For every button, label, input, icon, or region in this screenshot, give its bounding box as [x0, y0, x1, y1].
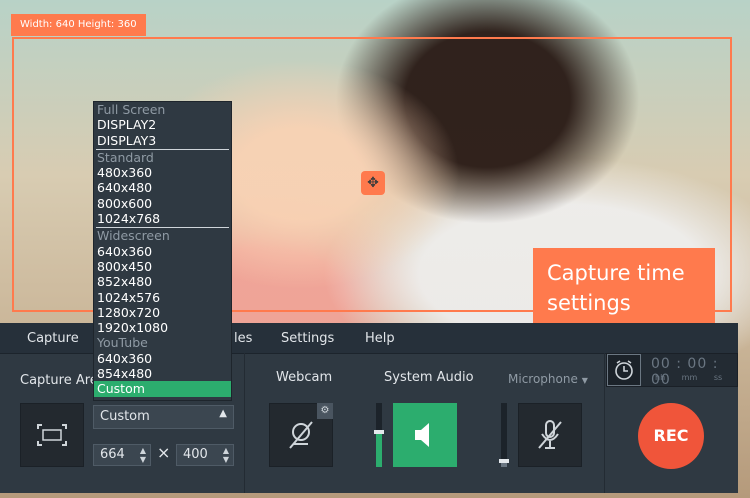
- menu-effects[interactable]: les: [234, 331, 252, 346]
- alarm-clock-icon[interactable]: [607, 354, 641, 386]
- dropdown-option[interactable]: 800x450: [94, 259, 231, 274]
- dropdown-option[interactable]: 1920x1080: [94, 320, 231, 335]
- capture-timer[interactable]: 00 : 00 : 00 hh mm ss: [606, 353, 738, 388]
- timer-units: hh mm ss: [655, 373, 723, 382]
- capture-size-label: Width: 640 Height: 360: [11, 14, 146, 36]
- menu-capture[interactable]: Capture: [27, 331, 79, 346]
- area-select-icon: [37, 424, 67, 446]
- level-fill: [376, 431, 382, 467]
- stepper-icon[interactable]: ▲ ▼: [223, 446, 229, 464]
- dropdown-option-selected[interactable]: Custom: [94, 381, 231, 397]
- preset-dropdown-list[interactable]: Full Screen DISPLAY2 DISPLAY3 Standard 480x3…: [93, 101, 232, 401]
- chevron-down-icon[interactable]: ▼: [582, 376, 588, 385]
- menu-help[interactable]: Help: [365, 331, 395, 346]
- gear-icon[interactable]: ⚙: [317, 403, 333, 419]
- system-audio-title: System Audio: [384, 370, 474, 385]
- microphone-title-text: Microphone: [508, 372, 578, 386]
- move-handle-icon[interactable]: ✥: [361, 171, 385, 195]
- capture-area-title: Capture Are: [20, 373, 98, 388]
- dropdown-option[interactable]: 1280x720: [94, 305, 231, 320]
- preset-select-value: Custom: [100, 409, 150, 424]
- dropdown-option[interactable]: 800x600: [94, 196, 231, 211]
- divider: [244, 353, 245, 493]
- dropdown-group-label: Full Screen: [97, 102, 166, 117]
- dropdown-option[interactable]: 1024x768: [94, 211, 231, 226]
- microphone-toggle-button[interactable]: [518, 403, 582, 467]
- dropdown-option[interactable]: DISPLAY2: [94, 117, 231, 132]
- dropdown-option[interactable]: 1024x576: [94, 290, 231, 305]
- dropdown-group-label: YouTube: [97, 335, 148, 351]
- height-input[interactable]: 400 ▲ ▼: [176, 444, 234, 466]
- times-sign: ×: [157, 443, 171, 462]
- dropdown-option[interactable]: 640x360: [94, 351, 231, 366]
- dropdown-group-label: Standard: [97, 149, 154, 165]
- microphone-level[interactable]: [499, 403, 509, 467]
- system-audio-level[interactable]: [374, 403, 384, 467]
- dropdown-option[interactable]: 852x480: [94, 274, 231, 289]
- capture-time-callout: Capture time settings: [533, 248, 715, 340]
- dropdown-option[interactable]: 640x480: [94, 180, 231, 195]
- dropdown-option[interactable]: 640x360: [94, 244, 231, 259]
- level-knob[interactable]: [499, 458, 509, 463]
- timer-value[interactable]: 00 : 00 : 00: [651, 356, 737, 388]
- width-value: 664: [100, 447, 125, 462]
- width-input[interactable]: 664 ▲ ▼: [93, 444, 151, 466]
- dropdown-option[interactable]: 480x360: [94, 165, 231, 180]
- speaker-icon: [415, 423, 429, 447]
- level-knob[interactable]: [374, 429, 384, 434]
- preset-select[interactable]: Custom ▲: [93, 405, 234, 429]
- microphone-title: Microphone ▼: [508, 372, 588, 386]
- rec-button[interactable]: REC: [638, 403, 704, 469]
- microphone-off-icon: [538, 420, 562, 449]
- chevron-up-icon: ▲: [219, 408, 227, 419]
- select-area-button[interactable]: [20, 403, 84, 467]
- height-value: 400: [183, 447, 208, 462]
- clock-glyph: [615, 360, 633, 380]
- dropdown-group-label: Widescreen: [97, 228, 170, 244]
- dropdown-option[interactable]: 854x480: [94, 366, 231, 381]
- dropdown-option[interactable]: DISPLAY3: [94, 133, 231, 148]
- menu-settings[interactable]: Settings: [281, 331, 334, 346]
- divider: [604, 353, 605, 493]
- system-audio-toggle-button[interactable]: [393, 403, 457, 467]
- stepper-icon[interactable]: ▲ ▼: [140, 446, 146, 464]
- webcam-title: Webcam: [276, 370, 333, 385]
- webcam-toggle-button[interactable]: ⚙: [269, 403, 333, 467]
